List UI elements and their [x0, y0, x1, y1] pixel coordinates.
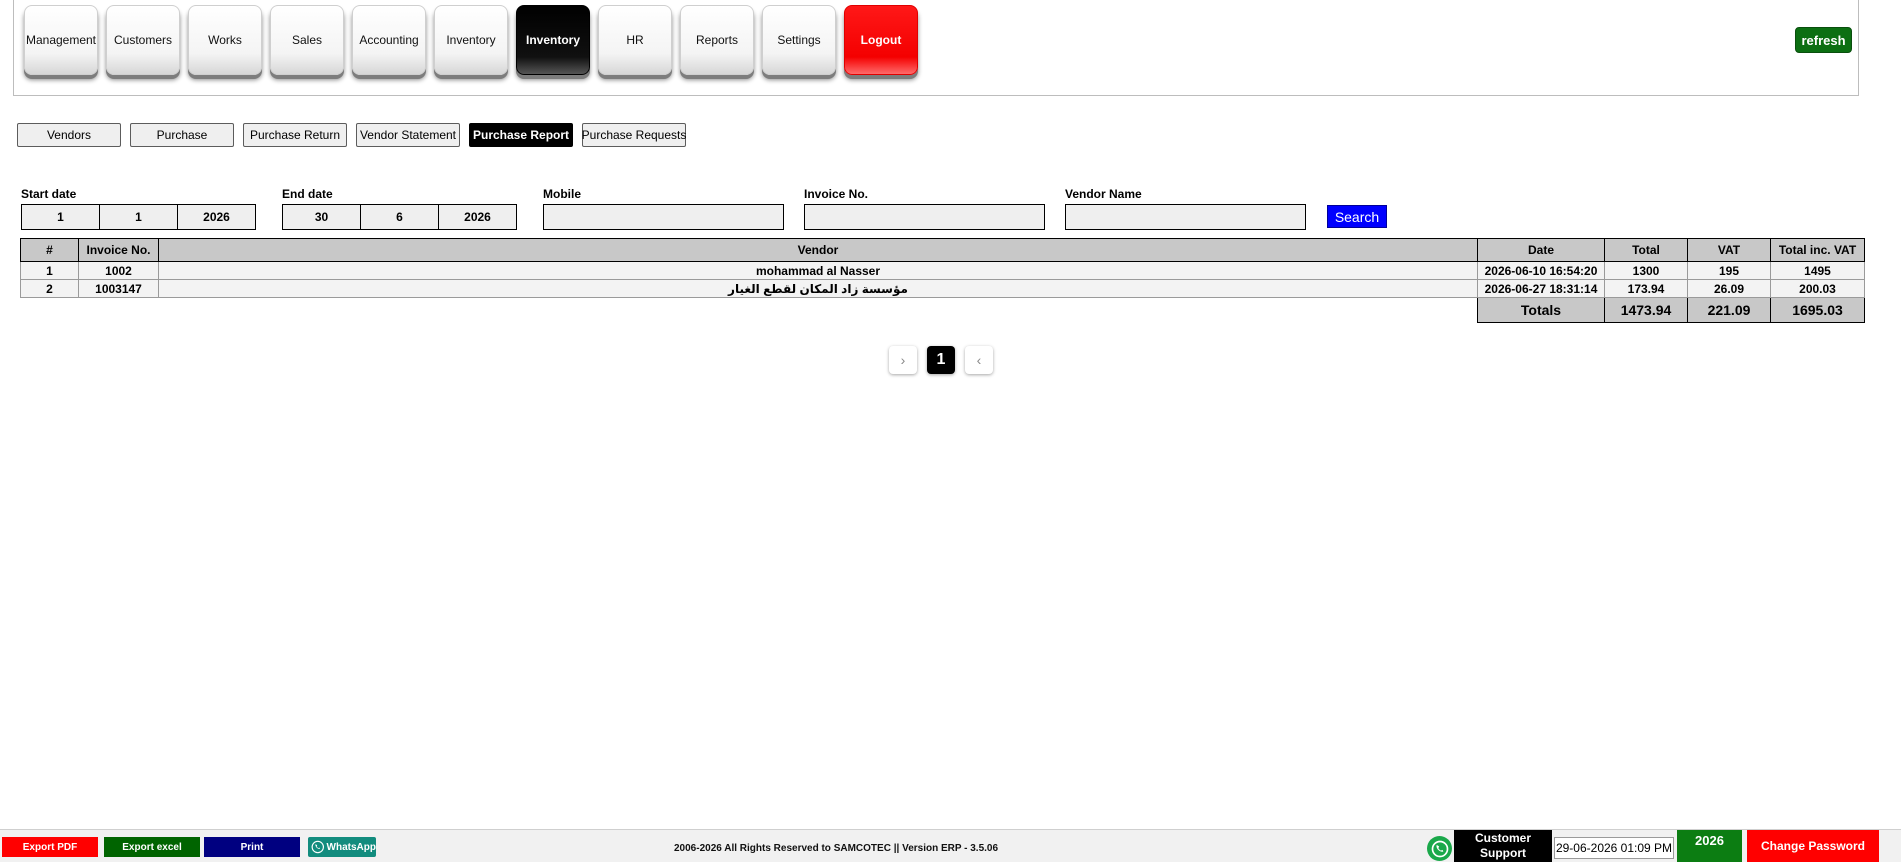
- col-num-header[interactable]: #: [20, 238, 79, 262]
- tab-vendor-statement[interactable]: Vendor Statement: [356, 123, 460, 147]
- module-hr-button[interactable]: HR: [598, 5, 672, 75]
- invoice-label: Invoice No.: [804, 187, 869, 201]
- whatsapp-button[interactable]: WhatsApp: [308, 837, 376, 857]
- cell-total: 173.94: [1604, 279, 1688, 298]
- export-excel-button[interactable]: Export excel: [104, 837, 200, 857]
- refresh-button[interactable]: refresh: [1795, 27, 1852, 53]
- print-button[interactable]: Print: [204, 837, 300, 857]
- copyright-text: 2006-2026 All Rights Reserved to SAMCOTE…: [674, 843, 999, 854]
- whatsapp-icon: [311, 840, 324, 854]
- cell-num: 2: [20, 279, 79, 298]
- table-header-row: # Invoice No. Vendor Date Total VAT Tota…: [20, 238, 1865, 262]
- totals-label: Totals: [1477, 297, 1605, 323]
- totals-row: Totals 1473.94 221.09 1695.03: [21, 297, 1865, 323]
- tab-purchase-requests[interactable]: Purchase Requests: [582, 123, 686, 147]
- vendor-name-input[interactable]: [1065, 204, 1306, 230]
- cell-date: 2026-06-27 18:31:14: [1477, 279, 1605, 298]
- year-badge: 2026: [1677, 830, 1742, 862]
- module-accounting-button[interactable]: Accounting: [352, 5, 426, 75]
- tab-purchase-report[interactable]: Purchase Report: [469, 123, 573, 147]
- module-inventory-active-button[interactable]: Inventory: [516, 5, 590, 75]
- mobile-input[interactable]: [543, 204, 784, 230]
- cell-total-vat: 1495: [1770, 261, 1865, 280]
- whatsapp-support-icon[interactable]: [1427, 836, 1452, 861]
- cell-vendor: مؤسسة زاد المكان لقطع الغيار: [158, 279, 1478, 298]
- pagination-page-1[interactable]: 1: [927, 346, 955, 374]
- totals-spacer: [21, 298, 79, 323]
- tab-purchase[interactable]: Purchase: [130, 123, 234, 147]
- totals-spacer: [79, 298, 159, 323]
- invoice-input[interactable]: [804, 204, 1045, 230]
- vendor-name-label: Vendor Name: [1065, 187, 1142, 201]
- table-row[interactable]: 1 1002 mohammad al Nasser 2026-06-10 16:…: [20, 261, 1865, 280]
- whatsapp-icon: [1431, 840, 1448, 857]
- export-pdf-button[interactable]: Export PDF: [2, 837, 98, 857]
- col-total-vat-header[interactable]: Total inc. VAT: [1770, 238, 1865, 262]
- cell-vendor: mohammad al Nasser: [158, 261, 1478, 280]
- end-day-field[interactable]: 30: [282, 204, 361, 230]
- totals-total-vat: 1695.03: [1770, 297, 1865, 323]
- cell-num: 1: [20, 261, 79, 280]
- module-nav: Management Customers Works Sales Account…: [24, 5, 918, 75]
- col-invoice-header[interactable]: Invoice No.: [78, 238, 159, 262]
- start-date-group: 1 1 2026: [21, 204, 256, 230]
- module-management-button[interactable]: Management: [24, 5, 98, 75]
- pagination: › 1 ‹: [889, 346, 993, 374]
- end-date-group: 30 6 2026: [282, 204, 517, 230]
- whatsapp-label: WhatsApp: [326, 841, 376, 853]
- module-bar: Management Customers Works Sales Account…: [13, 0, 1859, 96]
- search-button[interactable]: Search: [1327, 205, 1387, 228]
- customer-support-button[interactable]: Customer Support: [1454, 830, 1552, 862]
- col-date-header[interactable]: Date: [1477, 238, 1605, 262]
- table-row[interactable]: 2 1003147 مؤسسة زاد المكان لقطع الغيار 2…: [20, 279, 1865, 298]
- start-day-field[interactable]: 1: [21, 204, 100, 230]
- col-vat-header[interactable]: VAT: [1687, 238, 1771, 262]
- start-month-field[interactable]: 1: [99, 204, 178, 230]
- totals-total: 1473.94: [1604, 297, 1688, 323]
- purchase-report-table: # Invoice No. Vendor Date Total VAT Tota…: [20, 238, 1865, 323]
- cell-invoice: 1003147: [78, 279, 159, 298]
- datetime-display: 29-06-2026 01:09 PM: [1554, 837, 1674, 859]
- cell-vat: 26.09: [1687, 279, 1771, 298]
- sub-tabs: Vendors Purchase Purchase Return Vendor …: [17, 123, 686, 147]
- cell-total: 1300: [1604, 261, 1688, 280]
- end-month-field[interactable]: 6: [360, 204, 439, 230]
- start-date-label: Start date: [21, 187, 77, 201]
- col-vendor-header[interactable]: Vendor: [158, 238, 1478, 262]
- pagination-prev-button[interactable]: ›: [889, 346, 917, 374]
- cell-date: 2026-06-10 16:54:20: [1477, 261, 1605, 280]
- cell-vat: 195: [1687, 261, 1771, 280]
- mobile-label: Mobile: [543, 187, 581, 201]
- cell-total-vat: 200.03: [1770, 279, 1865, 298]
- module-sales-button[interactable]: Sales: [270, 5, 344, 75]
- totals-spacer: [159, 298, 1478, 323]
- footer-bar: Export PDF Export excel Print WhatsApp 2…: [0, 829, 1901, 862]
- support-line-2: Support: [1480, 846, 1526, 860]
- change-password-button[interactable]: Change Password: [1747, 830, 1879, 862]
- end-date-label: End date: [282, 187, 333, 201]
- cell-invoice: 1002: [78, 261, 159, 280]
- pagination-next-button[interactable]: ‹: [965, 346, 993, 374]
- logout-button[interactable]: Logout: [844, 5, 918, 75]
- start-year-field[interactable]: 2026: [177, 204, 256, 230]
- tab-purchase-return[interactable]: Purchase Return: [243, 123, 347, 147]
- module-customers-button[interactable]: Customers: [106, 5, 180, 75]
- module-reports-button[interactable]: Reports: [680, 5, 754, 75]
- support-line-1: Customer: [1474, 831, 1531, 845]
- tab-vendors[interactable]: Vendors: [17, 123, 121, 147]
- module-settings-button[interactable]: Settings: [762, 5, 836, 75]
- col-total-header[interactable]: Total: [1604, 238, 1688, 262]
- end-year-field[interactable]: 2026: [438, 204, 517, 230]
- module-inventory-button[interactable]: Inventory: [434, 5, 508, 75]
- totals-vat: 221.09: [1687, 297, 1771, 323]
- module-works-button[interactable]: Works: [188, 5, 262, 75]
